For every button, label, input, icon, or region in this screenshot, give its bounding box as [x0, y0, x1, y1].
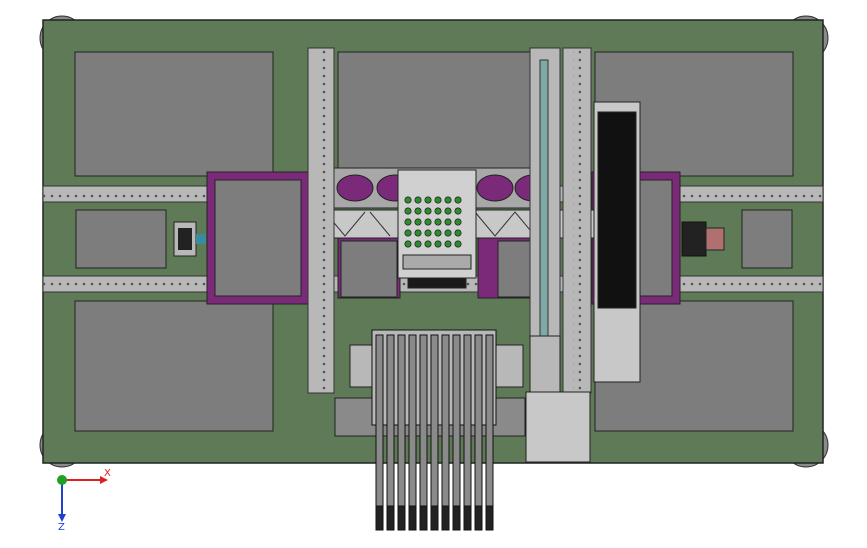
tray-module — [593, 101, 641, 383]
coordinate-triad: X Z — [57, 468, 111, 532]
pick-and-place-machine-model — [39, 15, 829, 531]
left-carriage — [206, 171, 310, 305]
cad-viewport[interactable]: X Z — [0, 0, 867, 544]
placement-head — [397, 169, 477, 289]
x-axis-label: X — [104, 468, 111, 479]
z-axis-label: Z — [58, 522, 65, 532]
y-axis-marker — [57, 475, 67, 485]
tape-feeders — [371, 329, 497, 531]
